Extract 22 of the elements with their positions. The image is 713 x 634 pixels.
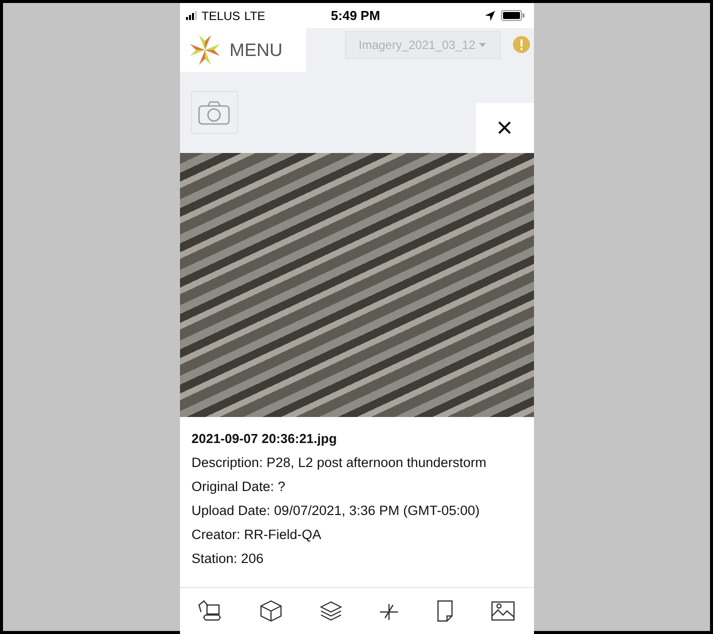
detail-line: Original Date: ?: [192, 479, 286, 494]
detail-line: Description: P28, L2 post afternoon thunderstorm: [192, 455, 486, 470]
clock-time: 5:49 PM: [330, 8, 382, 23]
document-icon[interactable]: [436, 600, 453, 622]
layers-icon[interactable]: [320, 601, 342, 621]
detail-line: Upload Date: 09/07/2021, 3:36 PM (GMT-05:00): [192, 503, 480, 518]
signal-icon: [186, 11, 198, 20]
image-icon[interactable]: [490, 601, 515, 621]
battery-icon: [501, 10, 526, 21]
excavator-icon[interactable]: [198, 600, 222, 622]
cube-icon[interactable]: [260, 600, 282, 622]
detail-line: Creator: RR-Field-QA: [192, 527, 322, 542]
crosshair-icon[interactable]: [379, 601, 400, 621]
caret-icon: [479, 43, 486, 47]
close-button[interactable]: ×: [476, 103, 534, 153]
carrier-name: TELUS: [202, 8, 240, 22]
detail-line: Station: 206: [192, 551, 264, 566]
camera-icon: [198, 100, 230, 124]
file-name: 2021-09-07 20:36:21.jpg: [192, 431, 337, 446]
menu-button[interactable]: MENU: [180, 28, 306, 72]
network-type: LTE: [244, 8, 266, 22]
location-arrow-icon: [485, 10, 496, 20]
